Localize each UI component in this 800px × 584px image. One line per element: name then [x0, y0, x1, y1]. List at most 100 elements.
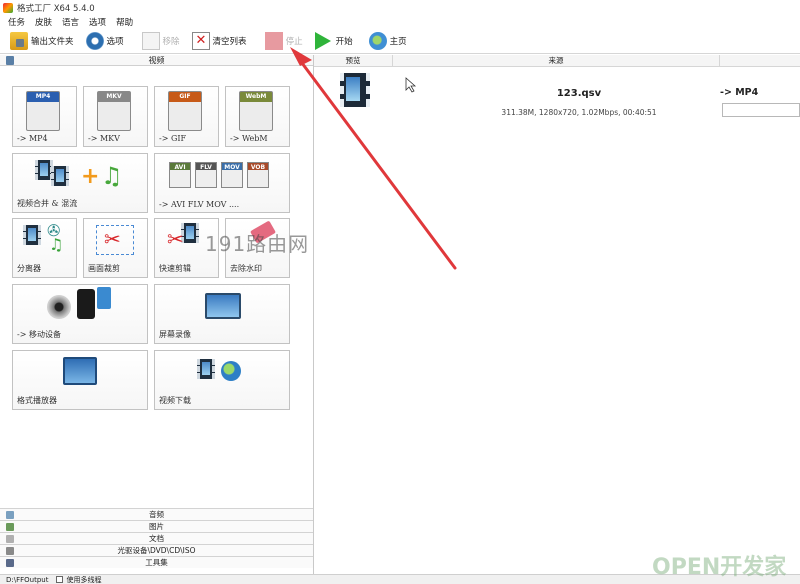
- category-optical-drive[interactable]: 光驱设备\DVD\CD\ISO: [0, 544, 313, 556]
- tile-label: -> 移动设备: [17, 330, 61, 339]
- home-label: 主页: [389, 36, 407, 47]
- progress-field: [722, 103, 800, 117]
- tile-label: 格式播放器: [17, 396, 57, 405]
- stop-button[interactable]: 停止: [261, 30, 307, 52]
- watermark-center: 191路由网: [205, 232, 310, 256]
- task-list-header: 预览 来源: [314, 55, 800, 67]
- tile-label: 分离器: [17, 264, 41, 273]
- tile-label: -> MP4: [17, 134, 48, 143]
- start-button[interactable]: 开始: [311, 30, 357, 52]
- clear-list-button[interactable]: 清空列表: [188, 30, 251, 52]
- tile-video-merge[interactable]: + ♫ 视频合并 & 混流: [12, 153, 148, 213]
- output-folder-button[interactable]: 输出文件夹: [6, 30, 78, 52]
- tile-label: 视频合并 & 混流: [17, 199, 78, 208]
- webm-badge: WebM: [245, 93, 267, 100]
- tile-label: 视频下载: [159, 396, 191, 405]
- video-section-header[interactable]: 视频: [0, 55, 313, 66]
- category-label: 图片: [149, 522, 164, 531]
- menu-language[interactable]: 语言: [62, 16, 79, 28]
- category-audio[interactable]: 音频: [0, 508, 313, 520]
- watermark-corner: OPEN开发家园: [652, 555, 787, 580]
- disc-icon: [47, 295, 71, 319]
- category-document[interactable]: 文档: [0, 532, 313, 544]
- flv-file-icon: FLV: [195, 162, 217, 188]
- tile-splitter[interactable]: ✇ ♫ 分离器: [12, 218, 77, 278]
- tile-to-webm[interactable]: WebM -> WebM: [225, 86, 290, 147]
- tile-multi-format[interactable]: AVI FLV MOV VOB -> AVI FLV MOV ....: [154, 153, 290, 213]
- home-button[interactable]: 主页: [365, 30, 411, 52]
- column-preview[interactable]: 预览: [314, 55, 393, 66]
- category-label: 工具集: [145, 558, 168, 567]
- menu-task[interactable]: 任务: [8, 16, 25, 28]
- source-file-name: 123.qsv: [556, 88, 602, 99]
- image-icon: [6, 523, 14, 531]
- tile-label: 画面裁剪: [88, 264, 120, 273]
- screen-icon: [205, 293, 241, 319]
- category-label: 音频: [149, 510, 164, 519]
- title-bar: 格式工厂 X64 5.4.0: [0, 0, 800, 15]
- tile-crop[interactable]: ✂ 画面裁剪: [83, 218, 148, 278]
- menu-options[interactable]: 选项: [89, 16, 106, 28]
- source-file-info: 311.38M, 1280x720, 1.02Mbps, 00:40:51: [501, 108, 657, 117]
- globe-icon: [221, 361, 241, 381]
- film-icon: [197, 359, 215, 379]
- tile-label: 屏幕录像: [159, 330, 191, 339]
- tile-mobile-device[interactable]: -> 移动设备: [12, 284, 148, 344]
- tile-to-mp4[interactable]: MP4 -> MP4: [12, 86, 77, 147]
- output-folder-label: 输出文件夹: [31, 36, 74, 47]
- category-image[interactable]: 图片: [0, 520, 313, 532]
- mov-file-icon: MOV: [221, 162, 243, 188]
- menu-help[interactable]: 帮助: [116, 16, 133, 28]
- toolbar: 输出文件夹 选项 移除 清空列表 停止 开始 主页: [0, 28, 800, 54]
- audio-icon: [6, 511, 14, 519]
- scissors-icon: ✂: [167, 227, 184, 251]
- music-note-icon: ♫: [49, 235, 64, 254]
- options-button[interactable]: 选项: [82, 30, 128, 52]
- scissors-icon: ✂: [104, 227, 121, 251]
- gear-icon: [85, 31, 104, 50]
- tile-label: 快速剪辑: [159, 264, 191, 273]
- avi-file-icon: AVI: [169, 162, 191, 188]
- stop-icon: [264, 31, 283, 50]
- tile-to-mkv[interactable]: MKV -> MKV: [83, 86, 148, 147]
- output-path[interactable]: D:\FFOutput: [6, 576, 48, 584]
- table-row[interactable]: 123.qsv 311.38M, 1280x720, 1.02Mbps, 00:…: [314, 67, 800, 117]
- tile-label: 去除水印: [230, 264, 262, 273]
- tile-format-player[interactable]: 格式播放器: [12, 350, 148, 410]
- tile-label: -> MKV: [88, 134, 120, 143]
- column-source[interactable]: 来源: [393, 55, 720, 66]
- options-label: 选项: [106, 36, 124, 47]
- tablet-icon: [97, 287, 111, 309]
- clear-list-icon: [191, 31, 210, 50]
- category-label: 文档: [149, 534, 164, 543]
- tile-to-gif[interactable]: GIF -> GIF: [154, 86, 219, 147]
- mkv-badge: MKV: [106, 93, 122, 100]
- mp4-badge: MP4: [35, 93, 51, 100]
- disc-drive-icon: [6, 547, 14, 555]
- mov-badge: MOV: [224, 164, 240, 171]
- document-icon: [141, 31, 160, 50]
- tile-label: -> GIF: [159, 134, 187, 143]
- tile-screen-record[interactable]: 屏幕录像: [154, 284, 290, 344]
- output-format: -> MP4: [720, 87, 759, 98]
- remove-button[interactable]: 移除: [138, 30, 184, 52]
- multithread-checkbox[interactable]: [56, 576, 64, 583]
- menu-bar: 任务 皮肤 语言 选项 帮助: [0, 15, 800, 28]
- category-toolbox[interactable]: 工具集: [0, 556, 313, 568]
- menu-skin[interactable]: 皮肤: [35, 16, 52, 28]
- play-icon: [314, 31, 331, 50]
- avi-badge: AVI: [174, 164, 186, 171]
- toolbox-icon: [6, 559, 14, 567]
- tile-video-download[interactable]: 视频下载: [154, 350, 290, 410]
- category-label: 光驱设备\DVD\CD\ISO: [117, 546, 196, 555]
- flv-badge: FLV: [200, 164, 212, 171]
- category-list: 音频 图片 文档 光驱设备\DVD\CD\ISO 工具集: [0, 508, 313, 568]
- music-note-icon: ♫: [101, 162, 123, 190]
- video-thumbnail-icon: [340, 73, 370, 107]
- stop-label: 停止: [285, 36, 303, 47]
- video-section-icon: [6, 56, 14, 65]
- film-icon: [51, 166, 69, 186]
- column-output[interactable]: [720, 55, 800, 66]
- film-icon: [23, 225, 41, 245]
- gif-badge: GIF: [179, 93, 191, 100]
